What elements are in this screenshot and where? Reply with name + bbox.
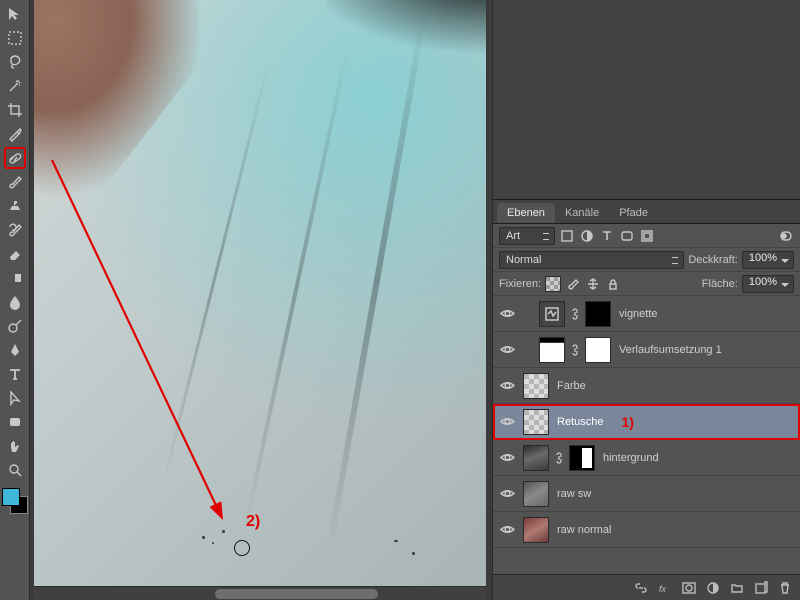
clone-stamp-tool[interactable] xyxy=(4,195,26,217)
toolbar xyxy=(0,0,30,600)
document-canvas[interactable] xyxy=(34,0,486,586)
layers-list: vignette Verlaufsumsetzung 1 Farbe Retusche… xyxy=(493,296,800,574)
layer-name[interactable]: hintergrund xyxy=(603,452,659,464)
new-group-icon[interactable] xyxy=(726,579,748,597)
svg-text:fx: fx xyxy=(659,584,667,594)
layer-thumbnail[interactable] xyxy=(523,445,549,471)
layer-thumbnail[interactable] xyxy=(523,481,549,507)
magic-wand-tool[interactable] xyxy=(4,75,26,97)
visibility-toggle[interactable] xyxy=(493,450,521,465)
tab-paths[interactable]: Pfade xyxy=(609,203,658,223)
shape-tool[interactable] xyxy=(4,411,26,433)
layer-thumbnail[interactable] xyxy=(585,301,611,327)
layer-thumbnail[interactable] xyxy=(539,337,565,363)
filter-smart-icon[interactable] xyxy=(639,228,655,244)
adjustment-layer-icon[interactable] xyxy=(702,579,724,597)
layer-row[interactable]: Verlaufsumsetzung 1 xyxy=(493,332,800,368)
tab-channels[interactable]: Kanäle xyxy=(555,203,609,223)
layer-name[interactable]: vignette xyxy=(619,308,658,320)
pen-tool[interactable] xyxy=(4,339,26,361)
link-icon xyxy=(554,451,564,465)
panel-tabs: Ebenen Kanäle Pfade xyxy=(493,200,800,224)
lock-row: Fixieren: Fläche: 100% xyxy=(493,272,800,296)
link-icon xyxy=(570,307,580,321)
zoom-tool[interactable] xyxy=(4,459,26,481)
blend-mode-dropdown[interactable]: Normal xyxy=(499,251,684,269)
fx-icon[interactable]: fx xyxy=(654,579,676,597)
layer-thumbnail[interactable] xyxy=(539,301,565,327)
lock-pixels-icon[interactable] xyxy=(565,276,581,292)
layer-thumbnail[interactable] xyxy=(569,445,595,471)
layer-thumbnail[interactable] xyxy=(523,409,549,435)
healing-brush-tool[interactable] xyxy=(4,147,26,169)
layer-name[interactable]: Farbe xyxy=(557,380,586,392)
layer-row[interactable]: raw sw xyxy=(493,476,800,512)
layer-thumbnail[interactable] xyxy=(585,337,611,363)
crop-tool[interactable] xyxy=(4,99,26,121)
filter-pixel-icon[interactable] xyxy=(559,228,575,244)
layer-thumbnail[interactable] xyxy=(523,373,549,399)
annotation-label-1: 1) xyxy=(621,414,633,430)
move-tool[interactable] xyxy=(4,3,26,25)
visibility-toggle[interactable] xyxy=(493,414,521,429)
layer-row[interactable]: Farbe xyxy=(493,368,800,404)
link-icon xyxy=(570,343,580,357)
visibility-toggle[interactable] xyxy=(493,306,521,321)
hand-tool[interactable] xyxy=(4,435,26,457)
fill-label: Fläche: xyxy=(702,278,738,290)
layer-thumbnail[interactable] xyxy=(523,517,549,543)
layers-footer: fx xyxy=(493,574,800,600)
gradient-tool[interactable] xyxy=(4,267,26,289)
eyedropper-tool[interactable] xyxy=(4,123,26,145)
layer-name[interactable]: raw normal xyxy=(557,524,611,536)
lock-transparent-icon[interactable] xyxy=(545,276,561,292)
layer-filter-row: Art xyxy=(493,224,800,248)
visibility-toggle[interactable] xyxy=(493,378,521,393)
layer-row[interactable]: hintergrund xyxy=(493,440,800,476)
lasso-tool[interactable] xyxy=(4,51,26,73)
canvas-area: 2) xyxy=(30,0,492,600)
visibility-toggle[interactable] xyxy=(493,522,521,537)
visibility-toggle[interactable] xyxy=(493,486,521,501)
brush-tool[interactable] xyxy=(4,171,26,193)
blur-tool[interactable] xyxy=(4,291,26,313)
upper-panel xyxy=(493,0,800,200)
fill-input[interactable]: 100% xyxy=(742,275,794,293)
layer-row[interactable]: raw normal xyxy=(493,512,800,548)
layer-name[interactable]: Verlaufsumsetzung 1 xyxy=(619,344,722,356)
filter-toggle[interactable] xyxy=(778,228,794,244)
layer-name[interactable]: Retusche xyxy=(557,416,603,428)
filter-adjust-icon[interactable] xyxy=(579,228,595,244)
layer-name[interactable]: raw sw xyxy=(557,488,591,500)
layer-row[interactable]: vignette xyxy=(493,296,800,332)
delete-layer-icon[interactable] xyxy=(774,579,796,597)
tab-layers[interactable]: Ebenen xyxy=(497,203,555,223)
brush-cursor xyxy=(234,540,250,556)
opacity-label: Deckkraft: xyxy=(688,254,738,266)
eraser-tool[interactable] xyxy=(4,243,26,265)
right-panels: Ebenen Kanäle Pfade Art Normal Deckkraft… xyxy=(492,0,800,600)
marquee-tool[interactable] xyxy=(4,27,26,49)
history-brush-tool[interactable] xyxy=(4,219,26,241)
new-layer-icon[interactable] xyxy=(750,579,772,597)
visibility-toggle[interactable] xyxy=(493,342,521,357)
lock-label: Fixieren: xyxy=(499,278,541,290)
add-mask-icon[interactable] xyxy=(678,579,700,597)
blend-row: Normal Deckkraft: 100% xyxy=(493,248,800,272)
dodge-tool[interactable] xyxy=(4,315,26,337)
filter-type-icon[interactable] xyxy=(599,228,615,244)
layer-filter-dropdown[interactable]: Art xyxy=(499,227,555,245)
color-swatches[interactable] xyxy=(2,488,28,514)
opacity-input[interactable]: 100% xyxy=(742,251,794,269)
foreground-color[interactable] xyxy=(2,488,20,506)
lock-all-icon[interactable] xyxy=(605,276,621,292)
path-selection-tool[interactable] xyxy=(4,387,26,409)
type-tool[interactable] xyxy=(4,363,26,385)
layer-row[interactable]: Retusche 1) xyxy=(493,404,800,440)
filter-shape-icon[interactable] xyxy=(619,228,635,244)
lock-position-icon[interactable] xyxy=(585,276,601,292)
link-layers-icon[interactable] xyxy=(630,579,652,597)
horizontal-scrollbar[interactable] xyxy=(34,586,486,600)
